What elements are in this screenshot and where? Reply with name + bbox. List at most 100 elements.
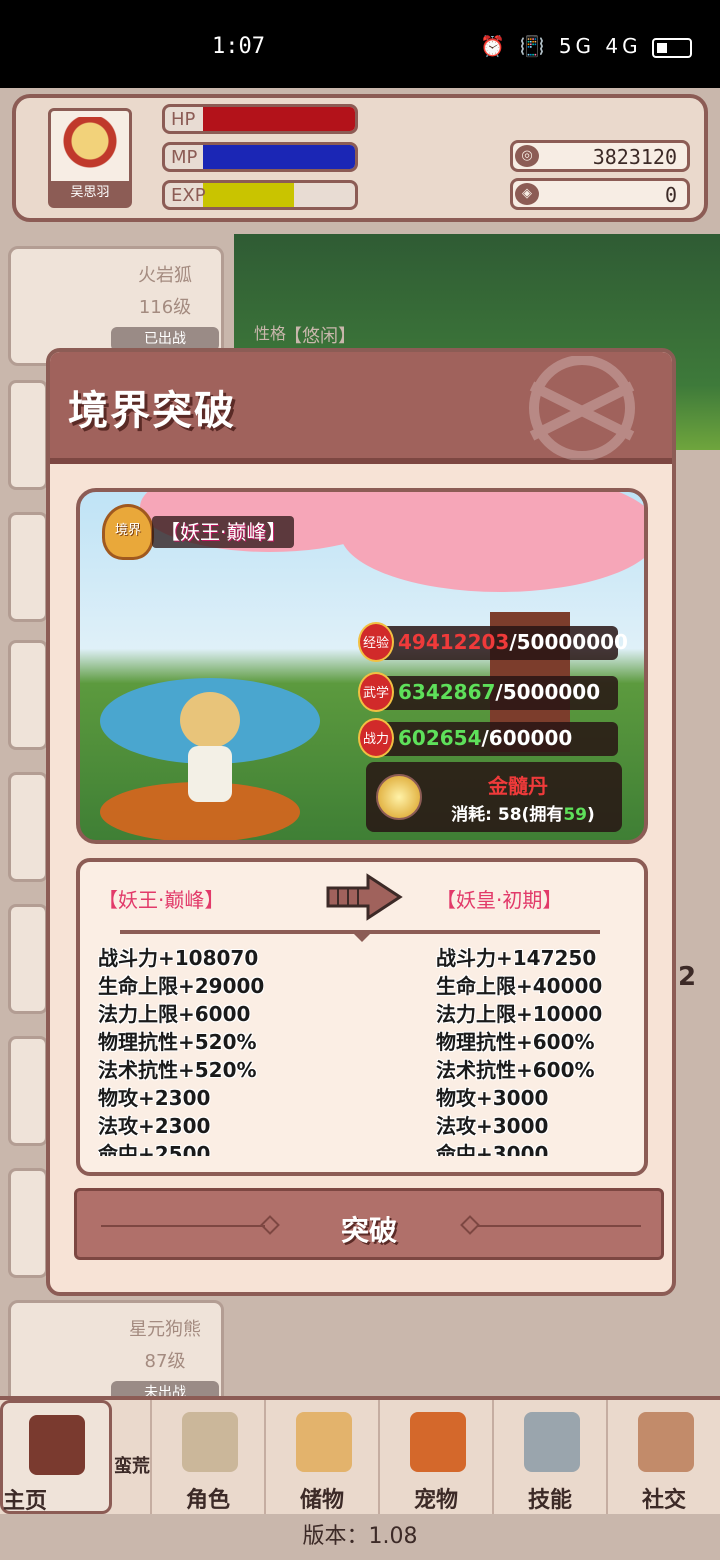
nav-character[interactable]: 角色: [150, 1400, 264, 1518]
realm-to-label: 【妖皇·初期】: [436, 888, 563, 912]
requirement-row: 战力 602654/600000: [358, 718, 618, 758]
golden-pill-icon: [376, 774, 422, 820]
attribute-line: 战斗力+108070: [98, 946, 259, 970]
nav-social[interactable]: 社交: [606, 1400, 720, 1518]
item-owned-count: 59: [563, 805, 588, 825]
mp-label: MP: [171, 147, 198, 168]
realm-from-attributes: 战斗力+108070 生命上限+29000 法力上限+6000 物理抗性+520% 法术…: [98, 942, 264, 1156]
pet-name: 火岩狐: [138, 265, 192, 286]
exp-requirement-icon: 经验: [358, 622, 394, 662]
personality-value: 【悠闲】: [284, 326, 356, 347]
martial-requirement-icon: 武学: [358, 672, 394, 712]
personality-label: 性格: [254, 324, 287, 343]
status-icons: ⏰ 📳 5G 4G: [480, 34, 692, 58]
exp-bar-fill: [203, 183, 295, 207]
requirement-target: /600000: [481, 726, 573, 750]
item-cost: 消耗: 58(拥有59): [451, 805, 595, 825]
hp-bar: HP: [162, 104, 358, 134]
handshake-icon: [638, 1412, 694, 1472]
pet-card-side[interactable]: [8, 1168, 48, 1278]
coin-value: 3823120: [592, 145, 677, 169]
attribute-line: 法力上限+6000: [98, 1002, 251, 1026]
gem-counter: ◈ 0: [510, 178, 690, 210]
mp-bar: MP: [162, 142, 358, 172]
pet-card-side[interactable]: [8, 904, 48, 1014]
side-number: 2: [678, 962, 697, 992]
requirement-current: 6342867: [398, 680, 496, 704]
pet-level: 87级: [144, 1351, 186, 1372]
mp-bar-fill: [203, 145, 355, 169]
item-name: 金髓丹: [488, 774, 548, 798]
coin-counter: ◎ 3823120: [510, 140, 690, 172]
player-header: 吴思羽 HP MP EXP ◎ 3823120 ◈ 0: [12, 94, 708, 222]
attribute-line: 法攻+3000: [436, 1114, 549, 1138]
realm-badge-icon: 境界: [102, 504, 154, 560]
pet-card-side[interactable]: [8, 772, 48, 882]
arrow-right-icon: [326, 873, 403, 921]
gem-value: 0: [664, 183, 677, 207]
realm-breakthrough-dialog: 境界突破 境界 【妖王·巅峰】 经验 49412203/50000000 武学 …: [46, 348, 676, 1296]
fox-icon: [410, 1412, 466, 1472]
attribute-line: 法攻+2300: [98, 1114, 211, 1138]
dialog-header: 境界突破: [50, 352, 672, 464]
nav-skill[interactable]: 技能: [492, 1400, 606, 1518]
attribute-line: 物理抗性+520%: [98, 1030, 257, 1054]
nav-home[interactable]: 主页: [0, 1400, 112, 1514]
requirement-target: /5000000: [495, 680, 601, 704]
nav-pet[interactable]: 宠物: [378, 1400, 492, 1518]
breakthrough-button[interactable]: 突破: [74, 1188, 664, 1260]
pet-name: 星元狗熊: [129, 1319, 201, 1340]
requirement-target: /50000000: [509, 630, 628, 654]
attribute-line: 物理抗性+600%: [436, 1030, 595, 1054]
bag-icon: [296, 1412, 352, 1472]
status-bar: 1:07 ⏰ 📳 5G 4G: [0, 0, 720, 88]
attribute-line: 物攻+3000: [436, 1086, 549, 1110]
attribute-line: 命中+3000: [436, 1142, 549, 1156]
dialog-title: 境界突破: [68, 388, 236, 434]
attribute-line: 命中+2500: [98, 1142, 211, 1156]
exp-bar: EXP: [162, 180, 358, 210]
requirement-row: 武学 6342867/5000000: [358, 672, 618, 712]
version-text: 版本：1.08: [0, 1514, 720, 1560]
power-requirement-icon: 战力: [358, 718, 394, 758]
pet-card-side[interactable]: [8, 640, 48, 750]
exp-label: EXP: [171, 185, 206, 206]
gem-icon: ◈: [515, 183, 539, 205]
pet-card-side[interactable]: [8, 380, 48, 490]
hp-label: HP: [171, 109, 196, 130]
avatar-portrait: [61, 117, 119, 177]
attribute-line: 战斗力+147250: [436, 946, 597, 970]
pet-level: 116级: [138, 297, 192, 318]
player-name: 吴思羽: [51, 181, 129, 205]
pet-card-side[interactable]: [8, 512, 48, 622]
attribute-line: 法术抗性+600%: [436, 1058, 595, 1082]
player-avatar[interactable]: 吴思羽: [48, 108, 132, 208]
hp-bar-fill: [203, 107, 355, 131]
realm-current-label: 【妖王·巅峰】: [152, 516, 295, 548]
home-gate-icon: [29, 1415, 85, 1475]
consumable-item[interactable]: 金髓丹 消耗: 58(拥有59): [366, 762, 622, 832]
character-icon: [182, 1412, 238, 1472]
pet-card-side[interactable]: [8, 1036, 48, 1146]
realm-to-attributes: 战斗力+147250 生命上限+40000 法力上限+10000 物理抗性+600% 法…: [436, 942, 602, 1156]
divider-tip: [352, 932, 372, 942]
sword-icon: [524, 1412, 580, 1472]
requirement-current: 602654: [398, 726, 482, 750]
blossom-canopy: [340, 492, 644, 592]
attribute-line: 生命上限+40000: [436, 974, 603, 998]
coin-icon: ◎: [515, 145, 539, 167]
realm-comparison-panel: 【妖王·巅峰】 【妖皇·初期】 战斗力+108070 生命上限+29000 法力上限…: [76, 858, 648, 1176]
alarm-signal-icons: ⏰ 📳 5G 4G: [480, 34, 642, 58]
attribute-line: 法力上限+10000: [436, 1002, 603, 1026]
nav-overlap-text: 蛮荒: [114, 1456, 150, 1477]
attribute-line: 生命上限+29000: [98, 974, 265, 998]
requirement-current: 49412203: [398, 630, 510, 654]
nav-storage[interactable]: 储物: [264, 1400, 378, 1518]
attribute-line: 法术抗性+520%: [98, 1058, 257, 1082]
emblem-icon: [529, 356, 635, 460]
attribute-line: 物攻+2300: [98, 1086, 211, 1110]
requirement-row: 经验 49412203/50000000: [358, 622, 628, 662]
breakthrough-button-label: 突破: [340, 1214, 397, 1247]
battery-icon: [652, 37, 692, 58]
fox-girl-character: [170, 688, 250, 808]
